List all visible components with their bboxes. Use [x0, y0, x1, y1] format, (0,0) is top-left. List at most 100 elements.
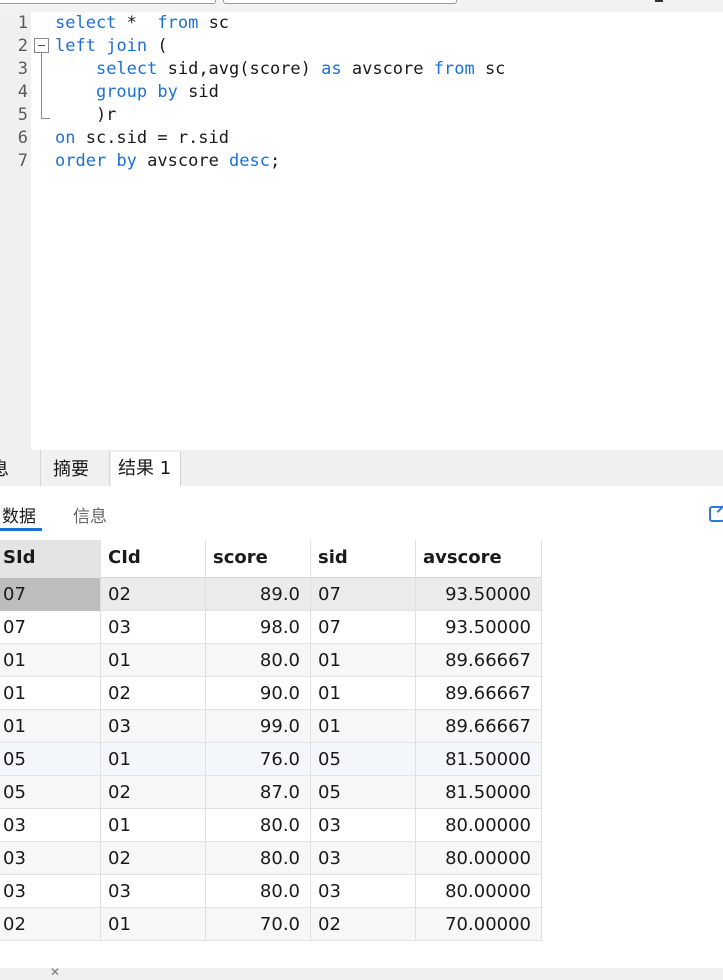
code-text[interactable]: group by sid — [55, 81, 219, 104]
cell-sid[interactable]: 07 — [311, 578, 416, 611]
cell-sid-upper[interactable]: 03 — [0, 842, 101, 875]
code-line[interactable]: 3 select sid,avg(score) as avscore from … — [0, 58, 723, 81]
cell-sid-upper[interactable]: 01 — [0, 644, 101, 677]
cell-avscore[interactable]: 89.66667 — [416, 644, 542, 677]
cell-sid[interactable]: 03 — [311, 842, 416, 875]
cell-cid[interactable]: 02 — [101, 578, 206, 611]
table-row[interactable]: 01 02 90.0 01 89.66667 — [0, 677, 542, 710]
toolbar-database-select[interactable] — [223, 0, 457, 4]
cell-cid[interactable]: 01 — [101, 644, 206, 677]
edit-icon[interactable] — [709, 506, 723, 522]
cell-cid[interactable]: 01 — [101, 743, 206, 776]
cell-score[interactable]: 80.0 — [206, 842, 311, 875]
code-line[interactable]: 6 on sc.sid = r.sid — [0, 127, 723, 150]
cell-score[interactable]: 80.0 — [206, 809, 311, 842]
line-number: 5 — [17, 105, 28, 125]
cell-sid-upper[interactable]: 05 — [0, 743, 101, 776]
cell-sid[interactable]: 03 — [311, 875, 416, 908]
cell-sid[interactable]: 03 — [311, 809, 416, 842]
cell-cid[interactable]: 01 — [101, 908, 206, 941]
cell-avscore[interactable]: 89.66667 — [416, 677, 542, 710]
cell-avscore[interactable]: 93.50000 — [416, 578, 542, 611]
cell-cid[interactable]: 03 — [101, 710, 206, 743]
subtab-data[interactable]: 数据 — [2, 502, 36, 527]
table-row[interactable]: 02 01 70.0 02 70.00000 — [0, 908, 542, 941]
cell-score[interactable]: 99.0 — [206, 710, 311, 743]
cell-cid[interactable]: 02 — [101, 842, 206, 875]
table-row[interactable]: 07 03 98.0 07 93.50000 — [0, 611, 542, 644]
tab-summary[interactable]: 摘要 — [42, 450, 110, 486]
subtab-info[interactable]: 信息 — [73, 502, 107, 527]
cell-sid-upper[interactable]: 01 — [0, 677, 101, 710]
cell-sid[interactable]: 01 — [311, 710, 416, 743]
code-text[interactable]: select * from sc — [55, 12, 229, 35]
cell-sid-upper[interactable]: 03 — [0, 875, 101, 908]
status-bar: ✕ — [0, 965, 723, 980]
cell-sid-upper[interactable]: 03 — [0, 809, 101, 842]
cell-sid-upper[interactable]: 02 — [0, 908, 101, 941]
cell-sid[interactable]: 01 — [311, 677, 416, 710]
cell-sid[interactable]: 02 — [311, 908, 416, 941]
sql-editor[interactable]: 1 select * from sc 2 left join (3 select si… — [0, 12, 723, 450]
cell-score[interactable]: 70.0 — [206, 908, 311, 941]
code-line[interactable]: 2 left join ( — [0, 35, 723, 58]
cell-avscore[interactable]: 80.00000 — [416, 809, 542, 842]
cell-avscore[interactable]: 70.00000 — [416, 908, 542, 941]
code-text[interactable]: left join ( — [55, 35, 168, 58]
code-text[interactable]: )r — [55, 104, 116, 127]
cell-cid[interactable]: 02 — [101, 776, 206, 809]
cell-sid[interactable]: 05 — [311, 743, 416, 776]
cell-score[interactable]: 87.0 — [206, 776, 311, 809]
cell-score[interactable]: 76.0 — [206, 743, 311, 776]
table-row[interactable]: 01 03 99.0 01 89.66667 — [0, 710, 542, 743]
cell-sid-upper[interactable]: 07 — [0, 611, 101, 644]
code-text[interactable]: select sid,avg(score) as avscore from sc — [55, 58, 505, 81]
cell-avscore[interactable]: 81.50000 — [416, 743, 542, 776]
table-row[interactable]: 05 02 87.0 05 81.50000 — [0, 776, 542, 809]
code-line[interactable]: 7 order by avscore desc; — [0, 150, 723, 173]
table-row[interactable]: 05 01 76.0 05 81.50000 — [0, 743, 542, 776]
table-row[interactable]: 03 03 80.0 03 80.00000 — [0, 875, 542, 908]
cell-score[interactable]: 98.0 — [206, 611, 311, 644]
table-row[interactable]: 07 02 89.0 07 93.50000 — [0, 578, 542, 611]
cell-cid[interactable]: 01 — [101, 809, 206, 842]
cell-avscore[interactable]: 89.66667 — [416, 710, 542, 743]
tab-messages[interactable]: 息 — [0, 450, 41, 486]
code-line[interactable]: 4 group by sid — [0, 81, 723, 104]
cell-avscore[interactable]: 80.00000 — [416, 842, 542, 875]
cell-cid[interactable]: 02 — [101, 677, 206, 710]
sql-text: * — [116, 13, 158, 33]
cell-sid-upper[interactable]: 07 — [0, 578, 101, 611]
code-text[interactable]: order by avscore desc; — [55, 150, 280, 173]
cell-cid[interactable]: 03 — [101, 611, 206, 644]
column-header-sid[interactable]: sid — [311, 540, 416, 578]
cell-score[interactable]: 80.0 — [206, 875, 311, 908]
cell-score[interactable]: 89.0 — [206, 578, 311, 611]
cell-score[interactable]: 80.0 — [206, 644, 311, 677]
cell-sid-upper[interactable]: 01 — [0, 710, 101, 743]
table-row[interactable]: 03 02 80.0 03 80.00000 — [0, 842, 542, 875]
code-line[interactable]: 1 select * from sc — [0, 12, 723, 35]
cell-score[interactable]: 90.0 — [206, 677, 311, 710]
cell-avscore[interactable]: 81.50000 — [416, 776, 542, 809]
tab-result-1[interactable]: 结果 1 — [111, 452, 181, 486]
table-row[interactable]: 01 01 80.0 01 89.66667 — [0, 644, 542, 677]
toolbar-dropdown-icon[interactable] — [655, 0, 663, 2]
column-header-score[interactable]: score — [206, 540, 311, 578]
cell-cid[interactable]: 03 — [101, 875, 206, 908]
cell-avscore[interactable]: 93.50000 — [416, 611, 542, 644]
code-line[interactable]: 5 )r — [0, 104, 723, 127]
table-row[interactable]: 03 01 80.0 03 80.00000 — [0, 809, 542, 842]
column-header-avscore[interactable]: avscore — [416, 540, 542, 578]
code-text[interactable]: on sc.sid = r.sid — [55, 127, 229, 150]
column-header-cid[interactable]: CId — [101, 540, 206, 578]
toolbar-connection-select[interactable] — [0, 0, 216, 4]
column-header-sid-upper[interactable]: SId — [0, 540, 101, 578]
cell-sid-upper[interactable]: 05 — [0, 776, 101, 809]
cell-sid[interactable]: 01 — [311, 644, 416, 677]
sql-keyword: desc — [229, 151, 270, 171]
cell-sid[interactable]: 07 — [311, 611, 416, 644]
cell-sid[interactable]: 05 — [311, 776, 416, 809]
cell-avscore[interactable]: 80.00000 — [416, 875, 542, 908]
